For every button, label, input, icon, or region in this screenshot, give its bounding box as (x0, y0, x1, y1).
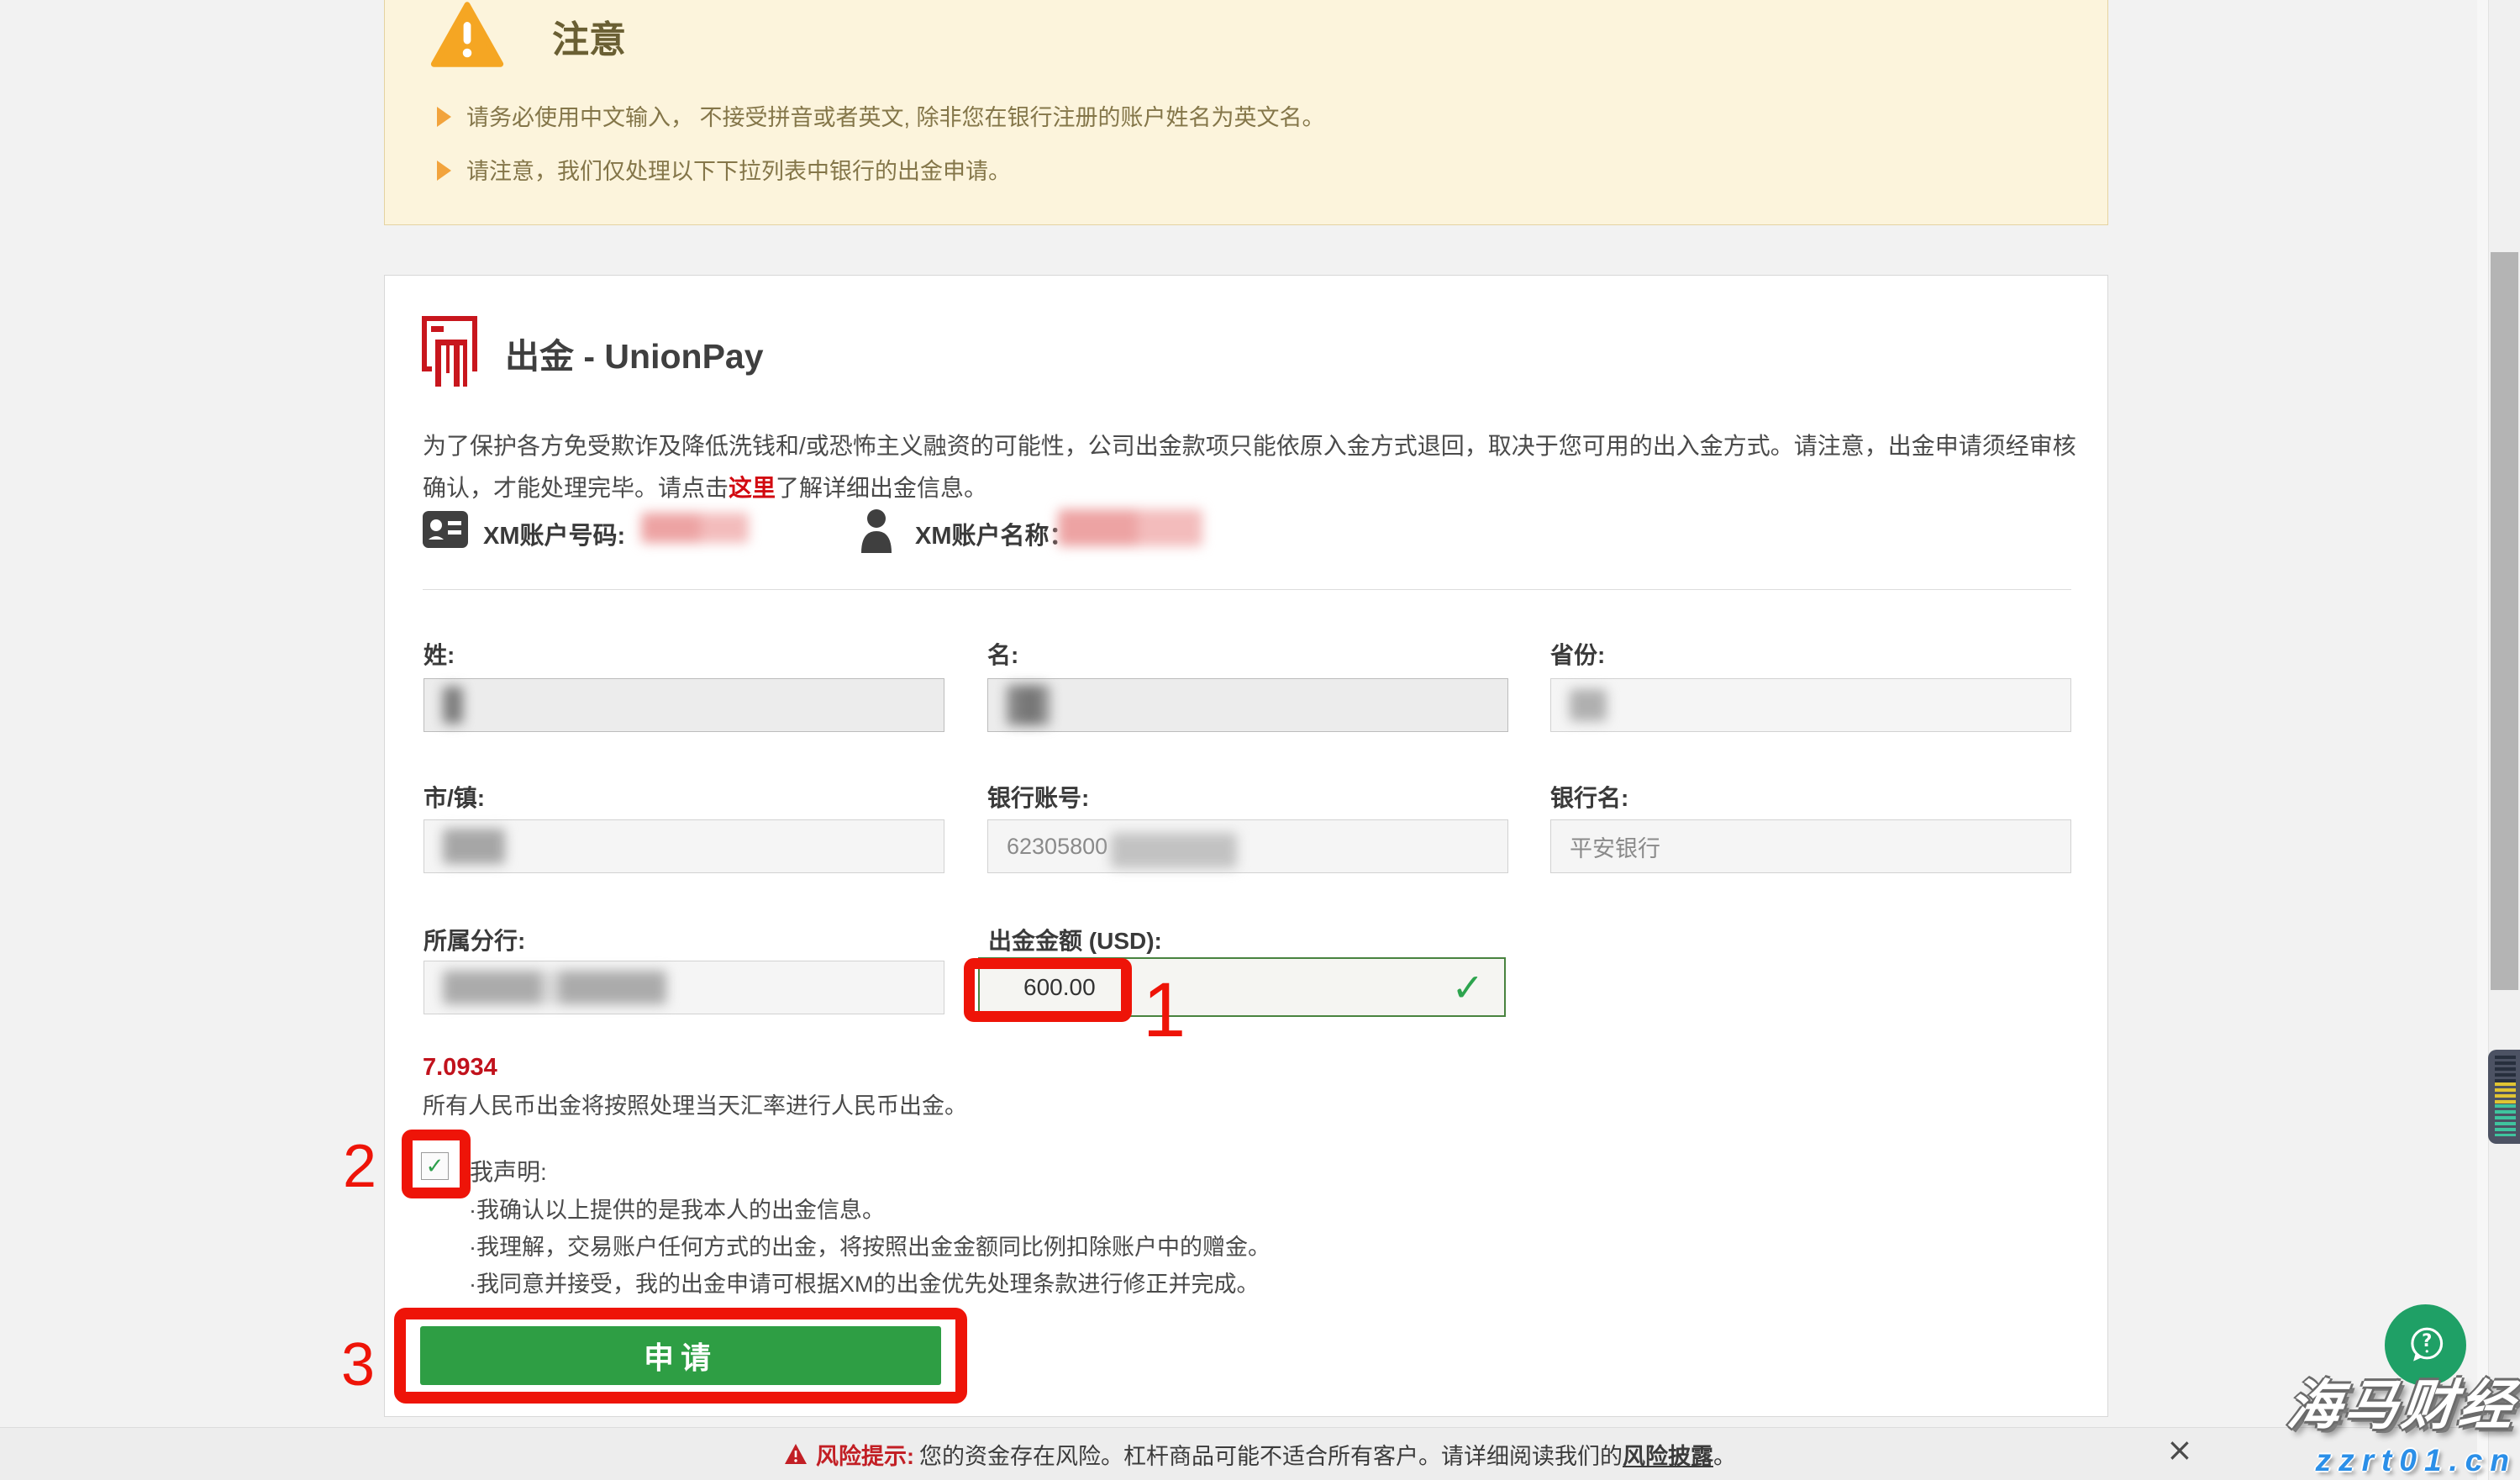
warning-small-icon (784, 1443, 808, 1465)
bank-account-redacted (1111, 833, 1237, 868)
first-name-redacted (1007, 685, 1050, 725)
exchange-rate: 7.0934 (423, 1054, 497, 1082)
last-name-input[interactable] (424, 678, 944, 732)
annotation-step-1: 1 (1143, 972, 1186, 1049)
bank-account-input[interactable]: 62305800 (987, 819, 1508, 873)
valid-check-icon: ✓ (1451, 968, 1484, 1007)
widget-stripes-teal (2495, 1104, 2516, 1136)
field-label-bank-name: 银行名: (1550, 780, 1628, 814)
city-input[interactable] (424, 819, 944, 873)
intro-paragraph: 为了保护各方免受欺诈及降低洗钱和/或恐怖主义融资的可能性，公司出金款项只能依原入… (423, 425, 2076, 509)
account-number-redacted (641, 513, 749, 543)
watermark: 海马财经 zzrt01.cn (2288, 1362, 2517, 1478)
risk-text: 您的资金存在风险。杠杆商品可能不适合所有客户。请详细阅读我们的 (919, 1438, 1623, 1471)
notice-item-text: 请注意，我们仅处理以下下拉列表中银行的出金申请。 (466, 157, 1011, 186)
city-redacted (443, 829, 505, 864)
exchange-rate-note: 所有人民币出金将按照处理当天汇率进行人民币出金。 (423, 1088, 967, 1120)
id-card-icon (423, 511, 468, 552)
watermark-site-url: zzrt01.cn (2288, 1443, 2517, 1478)
account-name-redacted (1058, 509, 1202, 546)
account-name-label: XM账户名称： (915, 516, 1074, 551)
field-label-last-name: 姓: (424, 637, 455, 671)
declaration-label: 我声明: (470, 1154, 547, 1188)
withdrawal-card: 出金 - UnionPay 为了保护各方免受欺诈及降低洗钱和/或恐怖主义融资的可… (384, 275, 2108, 1417)
last-name-redacted (443, 687, 463, 724)
field-label-amount: 出金金额 (USD): (988, 923, 1162, 956)
notice-item: 请注意，我们仅处理以下下拉列表中银行的出金申请。 (437, 157, 2033, 186)
field-label-branch: 所属分行: (424, 923, 525, 956)
province-input[interactable] (1550, 678, 2071, 732)
province-redacted (1570, 689, 1607, 721)
field-label-province: 省份: (1550, 637, 1605, 671)
risk-disclosure-link[interactable]: 风险披露 (1623, 1438, 1713, 1471)
declaration-item: ·我确认以上提供的是我本人的出金信息。 (469, 1192, 885, 1225)
bullet-arrow-icon (437, 161, 451, 181)
intro-text: 了解详细出金信息。 (776, 475, 987, 501)
bullet-arrow-icon (437, 107, 451, 127)
annotation-step-2: 2 (343, 1136, 376, 1197)
branch-input[interactable] (424, 961, 944, 1014)
svg-text:?: ? (2422, 1330, 2432, 1351)
notice-item-text: 请务必使用中文输入， 不接受拼音或者英文, 除非您在银行注册的账户姓名为英文名。 (466, 103, 1325, 132)
field-label-bank-account: 银行账号: (987, 780, 1089, 814)
warning-triangle-icon (430, 1, 504, 72)
scrollbar-thumb[interactable] (2491, 252, 2518, 990)
browser-extension-widget[interactable] (2488, 1050, 2520, 1144)
field-label-first-name: 名: (987, 637, 1018, 671)
declaration-item: ·我同意并接受，我的出金申请可根据XM的出金优先处理条款进行修正并完成。 (469, 1266, 1260, 1298)
bank-name-input[interactable]: 平安银行 (1550, 819, 2071, 873)
annotation-step-3: 3 (341, 1335, 375, 1395)
declaration-item: ·我理解，交易账户任何方式的出金，将按照出金金额同比例扣除账户中的赠金。 (469, 1229, 1271, 1261)
account-info-row: XM账户号码: XM账户名称： (423, 509, 2076, 560)
account-number-label: XM账户号码: (483, 516, 625, 551)
notice-title: 注意 (552, 9, 626, 63)
risk-label: 风险提示: (816, 1438, 914, 1471)
watermark-site-name: 海马财经 (2284, 1362, 2520, 1440)
risk-warning-bar: 风险提示: 您的资金存在风险。杠杆商品可能不适合所有客户。请详细阅读我们的 风险… (0, 1427, 2520, 1480)
bank-account-prefix: 62305800 (1007, 834, 1107, 860)
notice-item: 请务必使用中文输入， 不接受拼音或者英文, 除非您在银行注册的账户姓名为英文名。 (437, 103, 2033, 132)
close-icon[interactable]: × (2166, 1434, 2193, 1466)
branch-redacted (443, 971, 666, 1004)
withdrawal-bank-icon (420, 314, 479, 392)
annotation-box-checkbox (402, 1130, 471, 1198)
intro-text: 为了保护各方免受欺诈及降低洗钱和/或恐怖主义融资的可能性，公司出金款项只能依原入… (423, 433, 2076, 501)
field-label-city: 市/镇: (424, 780, 485, 814)
widget-stripes-yellow (2495, 1082, 2516, 1104)
divider (423, 589, 2071, 590)
bank-name-value: 平安银行 (1570, 830, 1660, 863)
annotation-box-amount (964, 958, 1132, 1022)
page-gutter (2477, 0, 2488, 1480)
withdrawal-page: { "notice": { "title": "注意", "items": [ … (0, 0, 2520, 1480)
risk-suffix: 。 (1713, 1438, 1736, 1471)
person-icon (860, 509, 893, 557)
first-name-input[interactable] (987, 678, 1508, 732)
page-title: 出金 - UnionPay (505, 328, 764, 378)
details-link[interactable]: 这里 (729, 475, 776, 501)
widget-stripes-dark (2495, 1056, 2516, 1082)
annotation-box-submit (394, 1308, 967, 1404)
notice-panel: 注意 请务必使用中文输入， 不接受拼音或者英文, 除非您在银行注册的账户姓名为英… (384, 0, 2108, 225)
